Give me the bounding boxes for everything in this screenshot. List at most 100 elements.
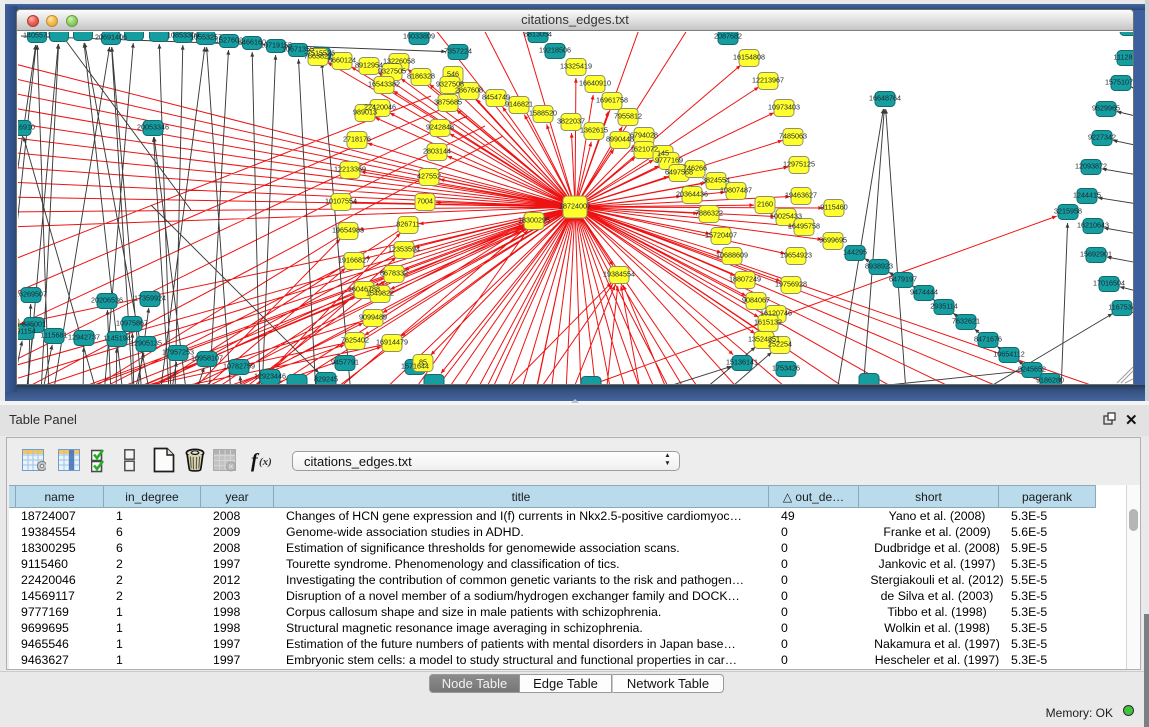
- svg-text:9457791: 9457791: [331, 358, 359, 367]
- svg-text:7485063: 7485063: [779, 132, 807, 141]
- svg-text:17016504: 17016504: [1093, 279, 1125, 288]
- svg-text:6479197: 6479197: [889, 275, 917, 284]
- svg-text:17359924: 17359924: [134, 294, 166, 303]
- svg-text:16914479: 16914479: [376, 338, 408, 347]
- svg-text:9245652: 9245652: [1018, 365, 1046, 374]
- svg-text:18724007: 18724007: [559, 202, 591, 211]
- svg-text:1244415: 1244415: [1073, 191, 1101, 200]
- svg-text:10654112: 10654112: [993, 350, 1024, 359]
- svg-text:15136141: 15136141: [726, 358, 758, 367]
- svg-text:10807487: 10807487: [720, 186, 752, 195]
- svg-text:9699695: 9699695: [819, 236, 847, 245]
- svg-text:9227342: 9227342: [1088, 133, 1116, 142]
- svg-text:16543382: 16543382: [368, 80, 400, 89]
- svg-text:2867608: 2867608: [455, 86, 483, 95]
- svg-text:16961758: 16961758: [596, 96, 628, 105]
- svg-text:18300295: 18300295: [518, 216, 550, 225]
- svg-text:13325419: 13325419: [560, 62, 592, 71]
- svg-text:7886322: 7886322: [695, 209, 723, 218]
- svg-text:9474444: 9474444: [910, 288, 938, 297]
- svg-text:2616910: 2616910: [18, 123, 35, 132]
- svg-text:2087682: 2087682: [714, 32, 742, 41]
- svg-text:20364436: 20364436: [676, 190, 708, 199]
- svg-text:1145194: 1145194: [103, 334, 130, 343]
- svg-text:10958107: 10958107: [191, 354, 223, 363]
- svg-text:1588520: 1588520: [529, 109, 557, 118]
- svg-text:746266: 746266: [683, 164, 707, 173]
- svg-text:8660124: 8660124: [328, 56, 356, 65]
- svg-text:12213967: 12213967: [752, 76, 784, 85]
- svg-text:9146821: 9146821: [505, 100, 533, 109]
- svg-text:17957253: 17957253: [162, 348, 194, 357]
- svg-text:12942737: 12942737: [68, 333, 100, 342]
- svg-text:9327505: 9327505: [378, 67, 406, 76]
- svg-text:19654923: 19654923: [780, 251, 812, 260]
- svg-text:144295: 144295: [843, 248, 867, 257]
- svg-text:16033809: 16033809: [403, 32, 435, 41]
- svg-text:12923446: 12923446: [254, 372, 286, 381]
- svg-text:2935114: 2935114: [930, 302, 957, 311]
- svg-text:13226058: 13226058: [383, 57, 415, 66]
- svg-text:8186328: 8186328: [407, 72, 435, 81]
- svg-text:16210643: 16210643: [1077, 221, 1109, 230]
- svg-text:9084067: 9084067: [742, 296, 770, 305]
- svg-text:10975867: 10975867: [116, 319, 148, 328]
- svg-text:1753426: 1753426: [772, 364, 800, 373]
- svg-text:7955812: 7955812: [614, 112, 642, 121]
- svg-text:16648764: 16648764: [869, 94, 901, 103]
- svg-text:10107554: 10107554: [325, 197, 357, 206]
- svg-text:1167534: 1167534: [1108, 303, 1133, 312]
- svg-text:7632621: 7632621: [952, 317, 980, 326]
- svg-text:83700: 83700: [18, 321, 19, 330]
- svg-text:16640910: 16640910: [579, 79, 611, 88]
- svg-text:6794028: 6794028: [630, 131, 658, 140]
- svg-text:20691406: 20691406: [95, 33, 127, 42]
- svg-text:2718176: 2718176: [343, 135, 371, 144]
- svg-text:12093872: 12093872: [1075, 162, 1107, 171]
- svg-text:9115460: 9115460: [820, 203, 847, 212]
- svg-text:16154808: 16154808: [733, 53, 765, 62]
- svg-text:7357224: 7357224: [444, 47, 472, 56]
- svg-text:9099489: 9099489: [359, 313, 387, 322]
- svg-text:8938923: 8938923: [865, 262, 893, 271]
- svg-text:16495758: 16495758: [788, 222, 820, 231]
- svg-text:7004: 7004: [417, 197, 433, 206]
- svg-text:12213369: 12213369: [334, 165, 366, 174]
- svg-text:3822037: 3822037: [557, 117, 585, 126]
- svg-text:20206536: 20206536: [91, 296, 123, 305]
- svg-text:2803144: 2803144: [423, 147, 451, 156]
- svg-text:(x): (x): [259, 456, 272, 468]
- svg-text:19463627: 19463627: [785, 191, 817, 200]
- svg-text:427552: 427552: [417, 172, 441, 181]
- svg-text:8678332: 8678332: [380, 269, 408, 278]
- svg-text:1112853: 1112853: [1114, 53, 1133, 62]
- svg-text:9186280: 9186280: [1036, 376, 1064, 385]
- svg-text:19166827: 19166827: [338, 256, 370, 265]
- svg-text:3824554: 3824554: [702, 176, 730, 185]
- svg-text:1621072: 1621072: [630, 145, 658, 154]
- svg-text:1115681: 1115681: [41, 331, 68, 340]
- svg-text:2160: 2160: [757, 200, 773, 209]
- svg-text:19756928: 19756928: [775, 280, 807, 289]
- svg-text:10973403: 10973403: [768, 103, 800, 112]
- svg-text:15692901: 15692901: [1080, 250, 1112, 259]
- svg-text:18807249: 18807249: [729, 275, 761, 284]
- svg-text:19384554: 19384554: [603, 270, 635, 279]
- svg-text:252254: 252254: [768, 340, 792, 349]
- svg-text:3215958: 3215958: [1054, 207, 1082, 216]
- svg-text:16120746: 16120746: [760, 309, 792, 318]
- svg-text:12353594: 12353594: [388, 245, 420, 254]
- svg-text:9777169: 9777169: [655, 156, 683, 165]
- svg-text:19218506: 19218506: [539, 46, 571, 55]
- svg-text:12905135: 12905135: [130, 339, 162, 348]
- svg-text:20053346: 20053346: [137, 123, 169, 132]
- svg-text:3875685: 3875685: [434, 98, 462, 107]
- svg-text:829245: 829245: [314, 375, 338, 384]
- svg-text:8813054: 8813054: [524, 32, 552, 39]
- svg-text:826711: 826711: [396, 220, 419, 229]
- svg-text:15720407: 15720407: [705, 231, 737, 240]
- svg-text:989013: 989013: [353, 108, 377, 117]
- svg-text:7625402: 7625402: [341, 336, 369, 345]
- svg-text:10688609: 10688609: [716, 251, 748, 260]
- svg-text:8471676: 8471676: [974, 335, 1002, 344]
